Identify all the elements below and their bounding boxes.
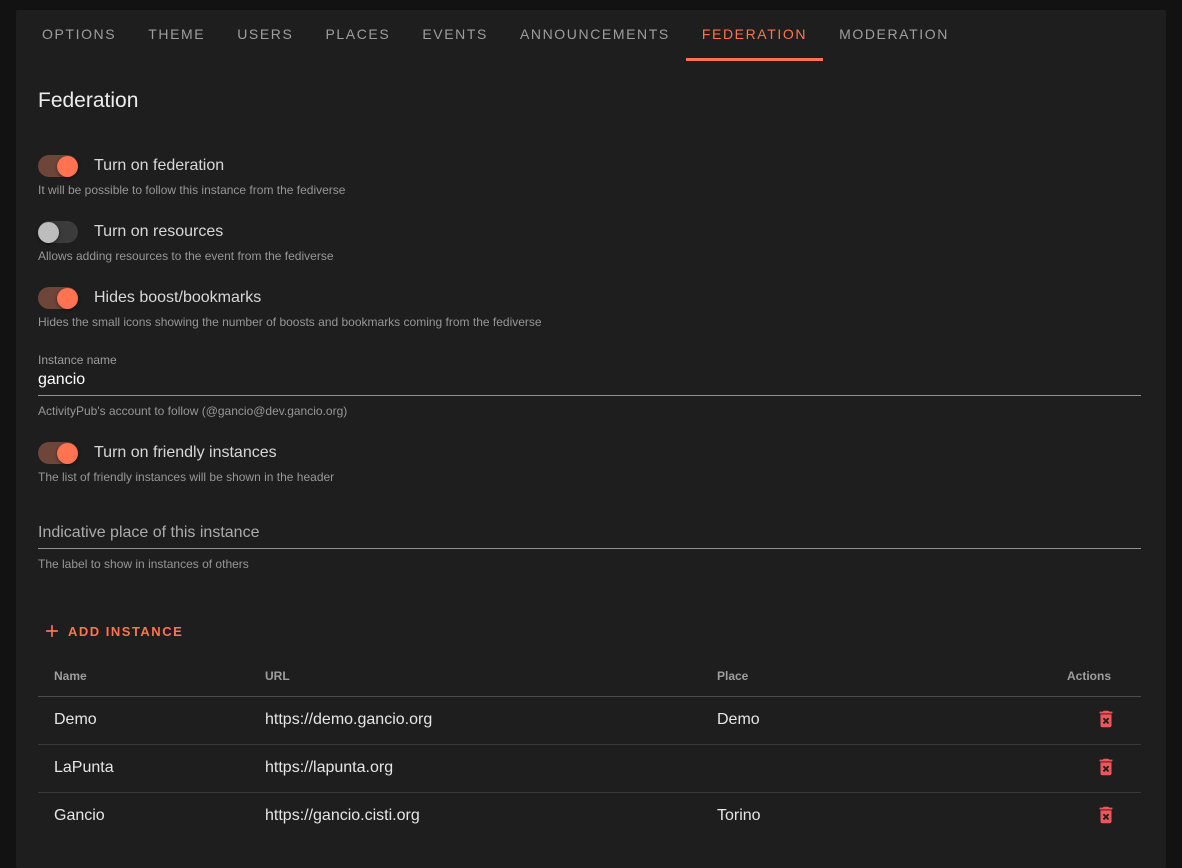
friendly-instances-table: Name URL Place Actions Demo https://demo… [38,656,1141,840]
tab-events[interactable]: EVENTS [406,10,504,61]
delete-forever-icon [1095,804,1117,826]
federation-settings-panel: Federation Turn on federation It will be… [16,58,1166,868]
federation-toggle[interactable] [38,155,78,177]
plus-icon [42,621,62,641]
tab-announcements[interactable]: ANNOUNCEMENTS [504,10,686,61]
instance-place-field: The label to show in instances of others [38,520,1141,571]
instance-place-input[interactable] [38,520,1141,549]
admin-panel-card: OPTIONS THEME USERS PLACES EVENTS ANNOUN… [16,10,1166,868]
resources-toggle-label[interactable]: Turn on resources [94,223,223,241]
setting-friendly-instances: Turn on friendly instances The list of f… [38,442,1141,484]
instance-name-input[interactable] [38,367,1141,396]
resources-toggle[interactable] [38,221,78,243]
column-header-place: Place [701,656,1025,696]
friendly-instances-toggle-hint: The list of friendly instances will be s… [38,470,1141,484]
hide-boost-toggle[interactable] [38,287,78,309]
resources-toggle-hint: Allows adding resources to the event fro… [38,249,1141,263]
cell-instance-place: Demo [701,696,1025,744]
hide-boost-toggle-hint: Hides the small icons showing the number… [38,315,1141,329]
add-instance-button-label: ADD INSTANCE [68,624,183,639]
add-instance-button[interactable]: ADD INSTANCE [38,617,191,645]
switch-thumb [57,443,78,464]
delete-forever-icon [1095,756,1117,778]
cell-instance-place [701,744,1025,792]
column-header-url: URL [249,656,701,696]
switch-thumb [57,156,78,177]
column-header-actions: Actions [1025,656,1141,696]
admin-tab-bar: OPTIONS THEME USERS PLACES EVENTS ANNOUN… [16,10,1166,58]
switch-thumb [38,222,59,243]
delete-instance-button[interactable] [1093,706,1119,732]
table-row: Demo https://demo.gancio.org Demo [38,696,1141,744]
friendly-instances-toggle[interactable] [38,442,78,464]
instance-name-field: Instance name ActivityPub's account to f… [38,353,1141,418]
column-header-name: Name [38,656,249,696]
tab-places[interactable]: PLACES [309,10,406,61]
cell-instance-place: Torino [701,792,1025,840]
federation-toggle-label[interactable]: Turn on federation [94,157,224,175]
table-header-row: Name URL Place Actions [38,656,1141,696]
delete-instance-button[interactable] [1093,754,1119,780]
delete-forever-icon [1095,708,1117,730]
tab-theme[interactable]: THEME [132,10,221,61]
page-title: Federation [38,58,1141,113]
cell-instance-name: Demo [38,696,249,744]
switch-thumb [57,288,78,309]
setting-turn-on-resources: Turn on resources Allows adding resource… [38,221,1141,263]
cell-instance-name: Gancio [38,792,249,840]
cell-instance-url: https://gancio.cisti.org [249,792,701,840]
table-row: Gancio https://gancio.cisti.org Torino [38,792,1141,840]
cell-instance-url: https://demo.gancio.org [249,696,701,744]
tab-options[interactable]: OPTIONS [26,10,132,61]
tab-federation[interactable]: FEDERATION [686,10,823,61]
cell-instance-url: https://lapunta.org [249,744,701,792]
instance-name-hint: ActivityPub's account to follow (@gancio… [38,404,1141,418]
friendly-instances-toggle-label[interactable]: Turn on friendly instances [94,444,277,462]
delete-instance-button[interactable] [1093,802,1119,828]
federation-toggle-hint: It will be possible to follow this insta… [38,183,1141,197]
cell-instance-name: LaPunta [38,744,249,792]
setting-turn-on-federation: Turn on federation It will be possible t… [38,155,1141,197]
tab-users[interactable]: USERS [221,10,309,61]
table-row: LaPunta https://lapunta.org [38,744,1141,792]
hide-boost-toggle-label[interactable]: Hides boost/bookmarks [94,289,261,307]
instance-place-hint: The label to show in instances of others [38,557,1141,571]
tab-moderation[interactable]: MODERATION [823,10,965,61]
setting-hides-boost-bookmarks: Hides boost/bookmarks Hides the small ic… [38,287,1141,329]
instance-name-label: Instance name [38,353,1141,367]
